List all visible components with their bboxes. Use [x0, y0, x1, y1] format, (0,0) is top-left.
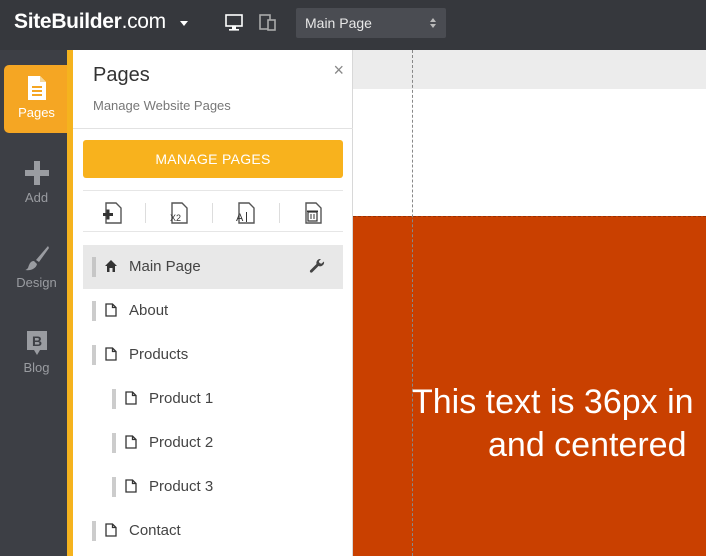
page-icon: [125, 435, 137, 449]
drag-handle-icon[interactable]: [112, 389, 116, 409]
duplicate-page-icon[interactable]: X2: [166, 200, 192, 226]
drag-handle-icon[interactable]: [92, 257, 96, 277]
site-logo[interactable]: SiteBuilder.com: [14, 10, 166, 34]
page-item-label: Product 1: [149, 390, 214, 407]
rail-item-add[interactable]: Add: [4, 150, 69, 218]
panel-title: Pages: [93, 64, 150, 86]
logo-domain: .com: [121, 10, 167, 33]
rail-item-design[interactable]: Design: [4, 235, 69, 303]
drag-handle-icon[interactable]: [112, 477, 116, 497]
page-select[interactable]: Main Page: [296, 8, 446, 38]
page-icon: [105, 523, 117, 537]
page-item-contact[interactable]: Contact: [83, 509, 343, 553]
panel-divider: [73, 128, 353, 129]
page-icon: [105, 347, 117, 361]
hero-text-line-1: This text is 36px in: [412, 383, 694, 421]
logo-text: SiteBuilder: [14, 10, 122, 33]
wrench-icon[interactable]: [309, 258, 325, 274]
rail-label-add: Add: [24, 190, 49, 205]
page-icon: [125, 391, 137, 405]
page-icon: [105, 303, 117, 317]
rename-page-icon[interactable]: A: [233, 200, 259, 226]
hero-text-line-2: and centered: [488, 426, 687, 464]
tool-separator: [279, 203, 280, 223]
rail-label-pages: Pages: [18, 105, 55, 120]
page-select-value: Main Page: [305, 15, 372, 31]
rail-item-blog[interactable]: B Blog: [4, 320, 69, 388]
tool-separator: [212, 203, 213, 223]
page-tools-row: X2 A: [83, 190, 343, 232]
page-item-label: Product 3: [149, 478, 214, 495]
page-item-label: Product 2: [149, 434, 214, 451]
drag-handle-icon[interactable]: [112, 433, 116, 453]
delete-page-icon[interactable]: [300, 200, 326, 226]
page-item-product-3[interactable]: Product 3: [83, 465, 343, 509]
drag-handle-icon[interactable]: [92, 301, 96, 321]
rename-a-label: A: [236, 212, 244, 224]
select-arrows-icon: [430, 18, 436, 28]
x2-label: X2: [170, 213, 181, 223]
page-item-label: Main Page: [129, 258, 201, 275]
page-item-label: About: [129, 302, 169, 319]
drag-handle-icon[interactable]: [92, 521, 96, 541]
add-page-icon[interactable]: [100, 200, 126, 226]
page-item-label: Products: [129, 346, 189, 363]
home-icon: [105, 260, 117, 272]
page-item-product-2[interactable]: Product 2: [83, 421, 343, 465]
editor-canvas[interactable]: This text is 36px in and centered: [353, 50, 706, 556]
close-icon[interactable]: ×: [333, 60, 344, 81]
svg-text:B: B: [31, 333, 41, 349]
page-icon: [125, 479, 137, 493]
desktop-view-icon[interactable]: [225, 14, 243, 31]
page-icon: [27, 76, 46, 100]
drag-handle-icon[interactable]: [92, 345, 96, 365]
column-guide: [412, 50, 413, 556]
mobile-view-icon[interactable]: [259, 14, 277, 31]
hero-text-block[interactable]: This text is 36px in and centered: [412, 381, 706, 467]
canvas-header-strip: [353, 50, 706, 89]
tool-separator: [145, 203, 146, 223]
page-item-about[interactable]: About: [83, 289, 343, 333]
page-item-label: Contact: [129, 522, 181, 539]
rail-label-design: Design: [16, 275, 57, 290]
panel-subtitle: Manage Website Pages: [93, 98, 231, 113]
rail-label-blog: Blog: [23, 360, 50, 375]
manage-pages-button[interactable]: MANAGE PAGES: [83, 140, 343, 178]
logo-caret-down-icon[interactable]: [180, 21, 188, 26]
page-item-products[interactable]: Products: [83, 333, 343, 377]
page-item-main-page[interactable]: Main Page: [83, 245, 343, 289]
rail-item-pages[interactable]: Pages: [4, 65, 69, 133]
brush-icon: [24, 246, 49, 271]
pages-panel: Pages Manage Website Pages × MANAGE PAGE…: [73, 50, 353, 556]
blog-b-icon: B: [26, 331, 47, 355]
left-rail: Pages Add Design B Blog: [0, 50, 69, 556]
top-bar: SiteBuilder.com Main Page: [0, 0, 706, 50]
page-item-product-1[interactable]: Product 1: [83, 377, 343, 421]
plus-icon: [24, 161, 49, 185]
